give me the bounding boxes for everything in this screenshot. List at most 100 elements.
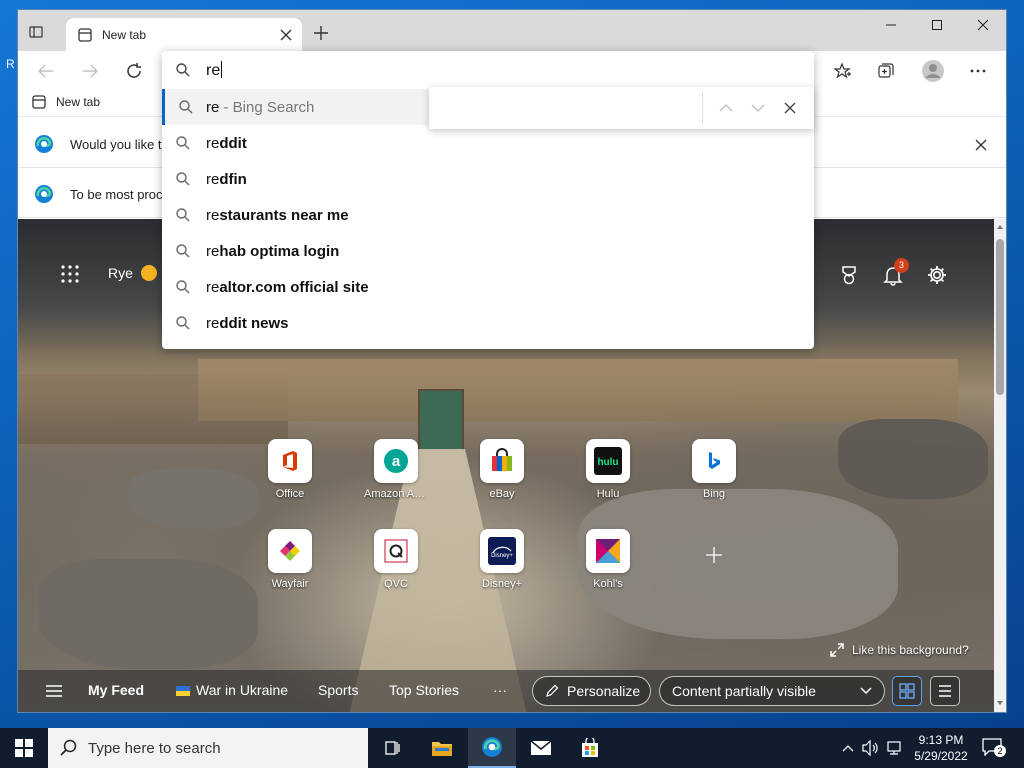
file-explorer-button[interactable]: [418, 728, 466, 768]
show-hidden-icons-button[interactable]: [838, 728, 858, 768]
suggestion-completion: altor.com official site: [219, 279, 369, 296]
suggestion-text: reddit news: [206, 315, 289, 332]
find-next-button[interactable]: [749, 99, 767, 117]
feed-menu-icon[interactable]: [46, 684, 62, 698]
notification-count-badge: 3: [894, 258, 909, 273]
start-button[interactable]: [0, 728, 48, 768]
close-icon: [784, 102, 796, 114]
collections-button[interactable]: [876, 61, 896, 81]
suggestion-item[interactable]: rehab optima login: [162, 233, 814, 269]
list-layout-button[interactable]: [930, 676, 960, 706]
feed-tab-my-feed[interactable]: My Feed: [88, 682, 144, 698]
volume-button[interactable]: [860, 728, 882, 768]
background-rock: [838, 419, 988, 499]
quick-link-label: Wayfair: [271, 578, 309, 590]
text-caret: [221, 61, 223, 78]
tab-close-icon[interactable]: [280, 28, 292, 41]
close-window-button[interactable]: [960, 10, 1006, 40]
infobar-close-icon[interactable]: [975, 138, 987, 151]
suggestion-item[interactable]: redfin: [162, 161, 814, 197]
suggestion-text: re - Bing Search: [206, 99, 314, 116]
background-rock: [38, 559, 258, 669]
find-close-button[interactable]: [781, 99, 799, 117]
content-visibility-dropdown[interactable]: Content partially visible: [659, 676, 885, 706]
quick-link-ebay[interactable]: eBay: [470, 439, 534, 500]
address-bar[interactable]: re: [162, 51, 814, 89]
mail-button[interactable]: [517, 728, 565, 768]
tab-title: New tab: [102, 28, 147, 42]
scroll-up-icon[interactable]: [996, 223, 1004, 231]
bing-icon: [692, 439, 736, 483]
suggestion-item[interactable]: reddit news: [162, 305, 814, 341]
quick-link-bing[interactable]: Bing: [682, 439, 746, 500]
quick-link-disney-plus[interactable]: Disney+ Disney+: [470, 529, 534, 590]
grid-layout-button[interactable]: [892, 676, 922, 706]
quick-link-kohls[interactable]: Kohl's: [576, 529, 640, 590]
like-background-label: Like this background?: [852, 643, 969, 657]
folder-icon: [432, 742, 452, 756]
minimize-button[interactable]: [868, 10, 914, 40]
personalize-button[interactable]: Personalize: [532, 676, 651, 706]
maximize-button[interactable]: [914, 10, 960, 40]
quick-link-hulu[interactable]: hulu Hulu: [576, 439, 640, 500]
find-input[interactable]: [437, 93, 699, 123]
like-background-link[interactable]: Like this background?: [830, 643, 969, 657]
svg-text:a: a: [392, 453, 401, 470]
settings-and-more-button[interactable]: [968, 61, 988, 81]
feed-tab-top-stories[interactable]: Top Stories: [389, 682, 459, 698]
scrollbar-thumb[interactable]: [996, 239, 1004, 395]
app-launcher-icon[interactable]: [60, 264, 80, 284]
refresh-button[interactable]: [124, 61, 144, 81]
new-tab-favicon-icon: [78, 28, 92, 42]
add-quick-link-icon[interactable]: [704, 545, 724, 565]
expand-icon: [830, 643, 844, 657]
feed-tab-sports[interactable]: Sports: [318, 682, 358, 698]
quick-link-wayfair[interactable]: Wayfair: [258, 529, 322, 590]
quick-link-office[interactable]: Office: [258, 439, 322, 500]
suggestion-item[interactable]: reddit: [162, 125, 814, 161]
address-bar-input[interactable]: re: [206, 61, 223, 80]
profile-avatar[interactable]: [920, 58, 946, 84]
feed-more-button[interactable]: ···: [493, 682, 507, 698]
qvc-icon: [374, 529, 418, 573]
quick-link-amazon-assistant[interactable]: a Amazon Assi...: [364, 439, 428, 500]
new-tab-button[interactable]: [312, 24, 330, 42]
windows-taskbar: Type here to search 9:13 PM 5/29/2022 2: [0, 728, 1024, 768]
back-button[interactable]: [36, 61, 56, 81]
microsoft-store-button[interactable]: [566, 728, 614, 768]
search-icon: [176, 63, 190, 82]
taskbar-search-box[interactable]: Type here to search: [48, 728, 368, 768]
suggestion-item[interactable]: restaurants near me: [162, 197, 814, 233]
search-icon: [176, 280, 190, 299]
scroll-down-icon[interactable]: [996, 699, 1004, 707]
favorites-button[interactable]: [833, 61, 853, 81]
tab-actions-icon[interactable]: [28, 24, 44, 40]
personalize-label: Personalize: [567, 683, 641, 699]
page-scrollbar[interactable]: [994, 219, 1006, 712]
edge-taskbar-button[interactable]: [468, 728, 516, 768]
weather-widget[interactable]: Rye: [108, 265, 157, 281]
svg-text:hulu: hulu: [597, 457, 618, 468]
taskbar-clock[interactable]: 9:13 PM 5/29/2022: [906, 732, 976, 764]
clock-date: 5/29/2022: [914, 749, 968, 763]
suggestion-text: redfin: [206, 171, 247, 188]
favorite-new-tab[interactable]: New tab: [32, 95, 100, 109]
pencil-icon: [546, 684, 559, 697]
find-previous-button[interactable]: [717, 99, 735, 117]
suggestion-text: rehab optima login: [206, 243, 339, 260]
rewards-icon[interactable]: [838, 264, 860, 286]
task-view-button[interactable]: [368, 728, 416, 768]
network-button[interactable]: [884, 728, 904, 768]
search-icon: [176, 172, 190, 191]
suggestion-typed: re: [206, 207, 220, 224]
action-center-button[interactable]: 2: [982, 738, 1006, 758]
page-settings-gear-icon[interactable]: [926, 264, 948, 286]
quick-link-qvc[interactable]: QVC: [364, 529, 428, 590]
tab-new-tab[interactable]: New tab: [66, 18, 302, 51]
suggestion-item[interactable]: realtor.com official site: [162, 269, 814, 305]
feed-tab-war-in-ukraine[interactable]: War in Ukraine: [176, 682, 288, 698]
grid-layout-icon: [899, 683, 915, 699]
find-separator: [702, 93, 703, 123]
notifications-bell-icon[interactable]: 3: [882, 258, 909, 286]
forward-button[interactable]: [80, 61, 100, 81]
